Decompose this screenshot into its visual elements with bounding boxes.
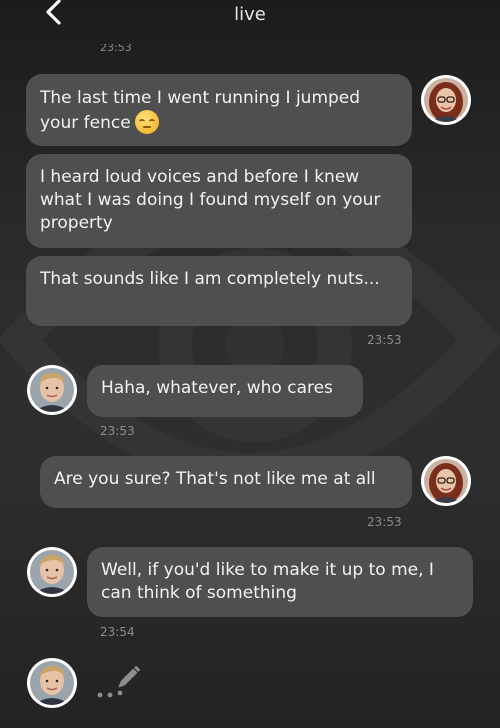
avatar[interactable] [27, 365, 77, 415]
message-text: That sounds like I am completely nuts... [40, 269, 380, 289]
relieved-face-emoji [134, 110, 159, 134]
woman-portrait [424, 78, 468, 122]
message-timestamp: 23:53 [367, 515, 402, 529]
avatar[interactable] [27, 547, 77, 597]
message-bubble[interactable]: I heard loud voices and before I knew wh… [26, 154, 412, 248]
avatar[interactable] [27, 658, 77, 708]
message-bubble[interactable]: Are you sure? That's not like me at all [40, 456, 412, 508]
typing-indicator [97, 666, 140, 698]
chat-header: live [0, 0, 500, 42]
avatar[interactable] [421, 75, 471, 125]
clipped-timestamp: 23:53 [100, 44, 132, 52]
message-timestamp: 23:53 [100, 424, 135, 438]
message-bubble[interactable]: Well, if you'd like to make it up to me,… [87, 547, 473, 617]
message-text: Well, if you'd like to make it up to me,… [101, 560, 434, 603]
message-timestamp: 23:54 [100, 625, 135, 639]
chat-title: live [234, 4, 266, 25]
typing-dot [97, 692, 103, 698]
message-text: I heard loud voices and before I knew wh… [40, 167, 381, 233]
message-bubble[interactable]: Haha, whatever, who cares [87, 365, 363, 417]
message-text: Are you sure? That's not like me at all [54, 469, 376, 489]
message-timestamp: 23:53 [367, 333, 402, 347]
typing-dot [117, 690, 123, 696]
pencil-icon [118, 666, 140, 688]
typing-dot [107, 692, 113, 698]
avatar[interactable] [421, 456, 471, 506]
man-portrait [30, 661, 74, 705]
man-portrait [30, 550, 74, 594]
message-bubble[interactable]: That sounds like I am completely nuts... [26, 256, 412, 326]
woman-portrait [424, 459, 468, 503]
message-bubble[interactable]: The last time I went running I jumped yo… [26, 74, 412, 146]
message-text: Haha, whatever, who cares [101, 378, 333, 398]
man-portrait [30, 368, 74, 412]
message-text: The last time I went running I jumped yo… [40, 88, 361, 133]
